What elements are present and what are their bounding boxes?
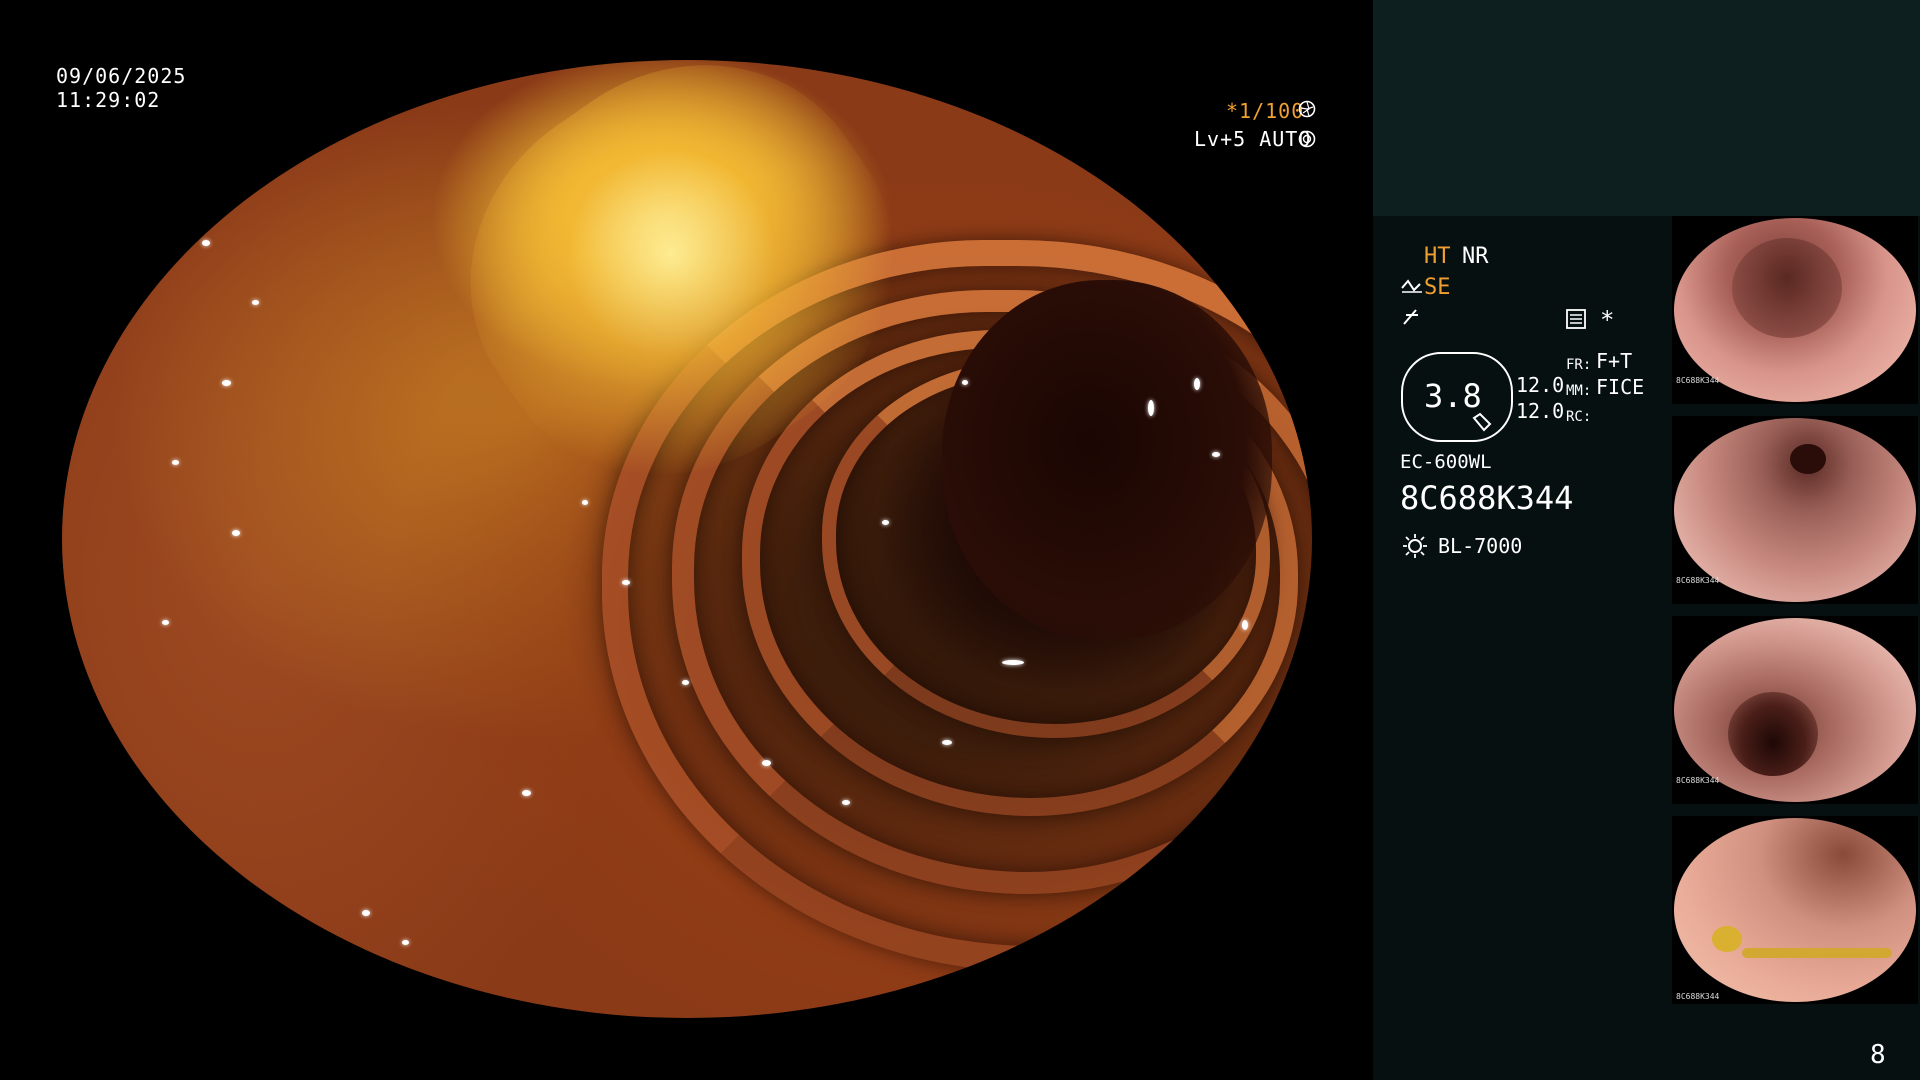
magnifier-icon [1470,412,1498,440]
specular-reflection [202,240,210,246]
specular-reflection [522,790,531,796]
iris-icon [1298,130,1316,148]
zoom-value: 3.8 [1424,377,1482,415]
specular-reflection [582,500,588,505]
specular-reflection [362,910,370,916]
endoscope-view [62,60,1312,1018]
specular-reflection [222,380,231,386]
mm-value: FICE [1596,375,1645,399]
rc-label: RC: [1566,409,1592,425]
panel-header-area [1373,0,1920,216]
ht-indicator: HT [1424,244,1451,269]
structure-enhance-icon [1400,276,1424,298]
lumen [1732,238,1842,338]
scope-serial: 8C688K344 [1400,479,1574,517]
lumen [1728,692,1818,776]
specular-reflection [1057,110,1064,115]
specular-reflection [1002,660,1024,665]
filter-icon [1400,306,1422,328]
mm-label: MM: [1566,383,1592,399]
specular-reflection [762,760,771,766]
specular-reflection [1222,820,1228,828]
specular-reflection [252,300,259,305]
light-source-icon [1401,532,1429,560]
specular-reflection [162,620,169,625]
lumen [1790,444,1826,474]
lumen [942,280,1272,640]
capture-thumbnail[interactable]: 8C688K344 [1672,816,1918,1004]
specular-reflection [942,740,952,745]
specular-reflection [1212,452,1220,457]
scope-model: EC-600WL [1400,451,1492,473]
value-bottom: 12.0 [1516,399,1565,423]
specular-reflection [622,580,630,585]
specular-reflection [1148,400,1154,416]
specular-reflection [402,940,409,945]
specular-reflection [962,380,968,385]
specular-reflection [882,520,889,525]
specular-reflection [1242,620,1248,630]
brightness-label: Lv+5 AUTO [1194,127,1312,151]
date-label: 09/06/2025 [56,64,187,88]
light-source: BL-7000 [1438,534,1523,558]
capture-thumbnail[interactable]: 8C688K344 [1672,616,1918,804]
value-top: 12.0 [1516,373,1565,397]
nr-indicator: NR [1462,244,1489,269]
fr-label: FR: [1566,357,1592,373]
fr-value: F+T [1596,349,1633,373]
capture-thumbnail[interactable]: 8C688K344 [1672,416,1918,604]
shutter-label: *1/100 [1226,99,1305,123]
specular-reflection [842,800,850,805]
settings-list-icon [1565,308,1587,330]
specular-reflection [682,680,689,685]
se-indicator: SE [1424,275,1451,300]
page-number: 8 [1870,1040,1886,1070]
capture-thumbnail[interactable]: 8C688K344 [1672,216,1918,404]
debris [1712,926,1742,952]
specular-reflection [1194,378,1200,390]
specular-reflection [172,460,179,465]
time-label: 11:29:02 [56,88,161,112]
specular-reflection [1042,108,1051,114]
aperture-icon [1298,100,1316,118]
specular-reflection [232,530,240,536]
asterisk-icon: * [1600,306,1615,334]
debris [1742,948,1892,958]
specular-reflection [1152,148,1161,154]
